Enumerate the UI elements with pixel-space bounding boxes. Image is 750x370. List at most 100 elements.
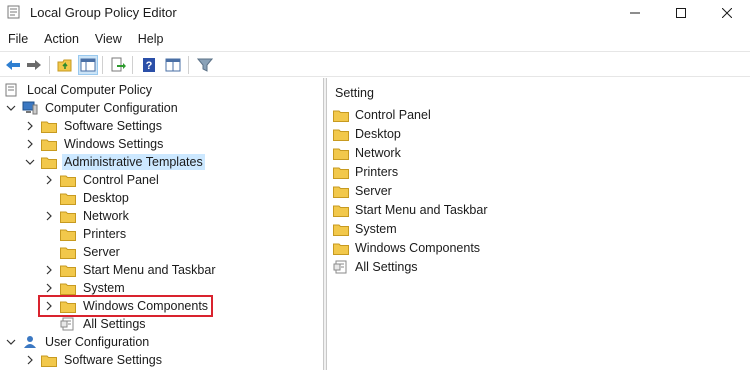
back-button[interactable] — [3, 55, 23, 75]
tree-label: Software Settings — [64, 353, 162, 367]
folder-icon — [333, 222, 349, 236]
tree-node-server[interactable]: Server — [44, 243, 122, 261]
tree-label: User Configuration — [45, 335, 150, 349]
user-icon — [22, 335, 38, 349]
tree-node-start-menu-and-taskbar[interactable]: Start Menu and Taskbar — [44, 261, 217, 279]
chevron-right-icon[interactable] — [25, 355, 35, 365]
folder-icon — [333, 184, 349, 198]
details-pane[interactable]: Setting Control Panel Desktop Network Pr… — [326, 78, 750, 370]
chevron-right-icon[interactable] — [25, 121, 35, 131]
tree-node-control-panel[interactable]: Control Panel — [44, 171, 161, 189]
tree-label: Printers — [83, 227, 127, 241]
menu-help[interactable]: Help — [130, 29, 172, 49]
folder-icon — [333, 203, 349, 217]
list-item-label: Start Menu and Taskbar — [355, 203, 488, 217]
menu-file[interactable]: File — [0, 29, 36, 49]
tree-node-windows-settings[interactable]: Windows Settings — [25, 135, 165, 153]
folder-icon — [60, 209, 76, 223]
tree-label: Local Computer Policy — [27, 83, 153, 97]
help-icon: ? — [143, 58, 155, 72]
list-item[interactable]: Server — [333, 182, 394, 200]
computer-icon — [22, 101, 38, 115]
menu-action[interactable]: Action — [36, 29, 87, 49]
policy-editor-app-icon — [7, 5, 21, 19]
export-list-button[interactable] — [108, 55, 128, 75]
list-item-label: All Settings — [355, 260, 418, 274]
minimize-button[interactable] — [612, 0, 658, 26]
title-bar: Local Group Policy Editor — [0, 0, 750, 26]
chevron-right-icon[interactable] — [44, 265, 54, 275]
tree-node-network[interactable]: Network — [44, 207, 131, 225]
tree-node-printers[interactable]: Printers — [44, 225, 128, 243]
export-list-icon — [111, 57, 126, 72]
folder-icon — [60, 245, 76, 259]
list-item[interactable]: Control Panel — [333, 106, 433, 124]
toolbar: ? — [0, 51, 750, 77]
folder-open-icon — [41, 155, 57, 169]
policy-document-icon — [4, 83, 20, 97]
tree-node-user-configuration[interactable]: User Configuration — [6, 333, 151, 351]
column-header-setting[interactable]: Setting — [335, 86, 374, 100]
folder-icon — [60, 227, 76, 241]
folder-icon — [41, 119, 57, 133]
tree-node-user-software-settings[interactable]: Software Settings — [25, 351, 164, 369]
chevron-right-icon[interactable] — [44, 211, 54, 221]
list-item-label: Desktop — [355, 127, 401, 141]
svg-text:?: ? — [146, 60, 153, 72]
properties-view-button[interactable] — [163, 55, 183, 75]
folder-icon — [41, 137, 57, 151]
show-hide-tree-icon — [80, 58, 96, 72]
forward-button[interactable] — [24, 55, 44, 75]
list-item[interactable]: All Settings — [333, 258, 420, 276]
all-settings-icon — [333, 260, 349, 274]
tree-label: Start Menu and Taskbar — [83, 263, 216, 277]
filter-button[interactable] — [195, 55, 215, 75]
close-icon — [722, 8, 732, 18]
properties-view-icon — [165, 58, 181, 72]
maximize-button[interactable] — [658, 0, 704, 26]
list-item-label: Windows Components — [355, 241, 481, 255]
close-button[interactable] — [704, 0, 750, 26]
list-item[interactable]: Desktop — [333, 125, 403, 143]
up-folder-icon — [57, 59, 72, 72]
tree-node-administrative-templates[interactable]: Administrative Templates — [25, 153, 205, 171]
chevron-right-icon[interactable] — [44, 283, 54, 293]
tree-label: Network — [83, 209, 129, 223]
list-item[interactable]: Network — [333, 144, 403, 162]
list-item[interactable]: Printers — [333, 163, 400, 181]
tree-label: All Settings — [83, 317, 146, 331]
folder-icon — [333, 146, 349, 160]
chevron-down-icon[interactable] — [6, 103, 16, 113]
chevron-right-icon[interactable] — [25, 139, 35, 149]
tree-node-desktop[interactable]: Desktop — [44, 189, 131, 207]
list-item[interactable]: Windows Components — [333, 239, 482, 257]
toolbar-separator — [132, 56, 133, 74]
chevron-down-icon[interactable] — [25, 157, 35, 167]
menu-view[interactable]: View — [87, 29, 130, 49]
back-icon — [6, 60, 20, 70]
console-tree-pane[interactable]: Local Computer Policy Computer Configura… — [0, 78, 324, 370]
tree-label: Computer Configuration — [45, 101, 178, 115]
window-title: Local Group Policy Editor — [30, 5, 177, 20]
tree-label: System — [83, 281, 125, 295]
folder-icon — [60, 191, 76, 205]
list-item[interactable]: System — [333, 220, 399, 238]
folder-icon — [333, 127, 349, 141]
chevron-down-icon[interactable] — [6, 337, 16, 347]
help-button[interactable]: ? — [139, 55, 159, 75]
tree-node-all-settings[interactable]: All Settings — [44, 315, 148, 333]
tree-label: Software Settings — [64, 119, 162, 133]
tree-node-computer-configuration[interactable]: Computer Configuration — [6, 99, 180, 117]
highlight-annotation-box — [38, 295, 213, 317]
up-one-level-button[interactable] — [55, 55, 75, 75]
list-item-label: Network — [355, 146, 401, 160]
folder-icon — [333, 165, 349, 179]
tree-node-local-computer-policy[interactable]: Local Computer Policy — [4, 81, 154, 99]
tree-node-software-settings[interactable]: Software Settings — [25, 117, 164, 135]
list-item[interactable]: Start Menu and Taskbar — [333, 201, 489, 219]
list-item-label: System — [355, 222, 397, 236]
show-hide-console-tree-button[interactable] — [78, 55, 98, 75]
toolbar-separator — [49, 56, 50, 74]
folder-icon — [333, 241, 349, 255]
chevron-right-icon[interactable] — [44, 175, 54, 185]
